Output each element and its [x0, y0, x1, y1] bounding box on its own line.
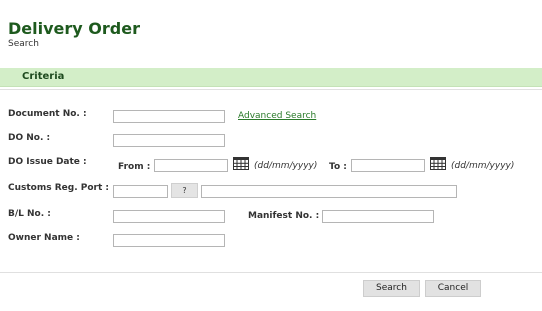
- do-no-input[interactable]: [113, 134, 225, 147]
- do-no-label: DO No. :: [8, 133, 51, 143]
- advanced-search-link[interactable]: Advanced Search: [238, 111, 316, 121]
- customs-port-name-input[interactable]: [201, 185, 457, 198]
- criteria-section-header: [0, 68, 542, 87]
- date-to-label: To :: [329, 162, 347, 172]
- criteria-divider: [0, 89, 542, 90]
- cancel-button[interactable]: Cancel: [425, 280, 481, 297]
- criteria-section-label: Criteria: [22, 71, 65, 82]
- calendar-from-icon[interactable]: [233, 157, 249, 170]
- customs-reg-port-label: Customs Reg. Port :: [8, 183, 110, 193]
- date-to-format-hint: (dd/mm/yyyy): [451, 161, 515, 171]
- document-no-input[interactable]: [113, 110, 225, 123]
- search-button[interactable]: Search: [363, 280, 420, 297]
- manifest-no-label: Manifest No. :: [248, 211, 320, 221]
- bl-no-label: B/L No. :: [8, 209, 51, 219]
- calendar-to-icon[interactable]: [430, 157, 446, 170]
- customs-port-code-input[interactable]: [113, 185, 168, 198]
- page-title: Delivery Order: [8, 19, 140, 38]
- date-from-format-hint: (dd/mm/yyyy): [254, 161, 318, 171]
- owner-name-label: Owner Name :: [8, 233, 80, 243]
- manifest-no-input[interactable]: [322, 210, 434, 223]
- actions-divider: [0, 272, 542, 273]
- owner-name-input[interactable]: [113, 234, 225, 247]
- page-subtitle: Search: [8, 39, 39, 49]
- date-from-label: From :: [118, 162, 151, 172]
- document-no-label: Document No. :: [8, 109, 87, 119]
- customs-port-lookup-button[interactable]: ?: [171, 183, 198, 198]
- date-from-input[interactable]: [154, 159, 228, 172]
- do-issue-date-label: DO Issue Date :: [8, 157, 87, 167]
- bl-no-input[interactable]: [113, 210, 225, 223]
- date-to-input[interactable]: [351, 159, 425, 172]
